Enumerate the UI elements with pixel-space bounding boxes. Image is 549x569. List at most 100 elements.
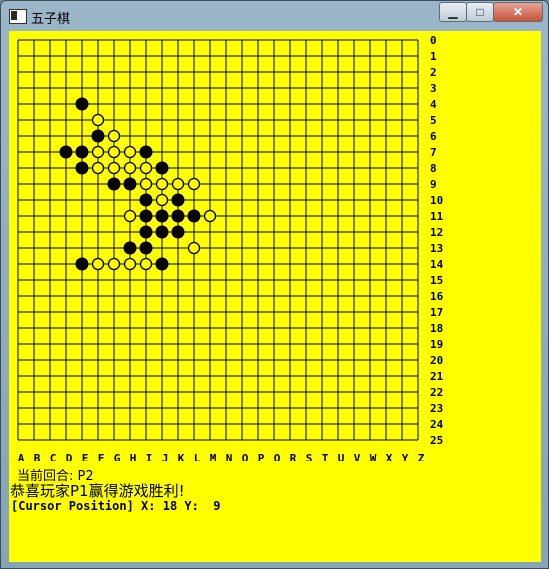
column-label: G xyxy=(114,452,121,461)
row-label: 24 xyxy=(430,418,444,431)
game-window: 五子棋 ▁ □ ✕ ABCDEFGHIJKLMNOPQRSTUVWXYZ0123… xyxy=(0,0,549,569)
white-stone xyxy=(155,193,169,207)
black-stone xyxy=(139,241,153,255)
white-stone xyxy=(107,257,121,271)
black-stone xyxy=(171,209,185,223)
column-label: T xyxy=(322,452,329,461)
row-label: 2 xyxy=(430,66,437,79)
white-stone xyxy=(107,129,121,143)
column-label: C xyxy=(50,452,57,461)
white-stone xyxy=(123,161,137,175)
column-label: L xyxy=(194,452,201,461)
column-label: M xyxy=(210,452,217,461)
row-label: 11 xyxy=(430,210,444,223)
column-label: P xyxy=(258,452,265,461)
column-label: H xyxy=(130,452,137,461)
row-label: 19 xyxy=(430,338,443,351)
column-label: X xyxy=(386,452,393,461)
white-stone xyxy=(107,145,121,159)
maximize-button[interactable]: □ xyxy=(466,2,494,22)
white-stone xyxy=(123,209,137,223)
white-stone xyxy=(123,257,137,271)
column-label: W xyxy=(370,452,377,461)
black-stone xyxy=(91,129,105,143)
white-stone xyxy=(139,161,153,175)
black-stone xyxy=(139,225,153,239)
black-stone xyxy=(75,161,89,175)
column-label: I xyxy=(146,452,153,461)
close-button[interactable]: ✕ xyxy=(493,2,543,22)
row-label: 4 xyxy=(430,98,437,111)
column-label: V xyxy=(354,452,361,461)
column-label: Q xyxy=(274,452,281,461)
row-label: 15 xyxy=(430,274,443,287)
row-label: 5 xyxy=(430,114,437,127)
row-label: 16 xyxy=(430,290,444,303)
row-label: 20 xyxy=(430,354,443,367)
column-label: B xyxy=(34,452,41,461)
app-icon xyxy=(9,9,27,24)
row-label: 18 xyxy=(430,322,443,335)
white-stone xyxy=(91,113,105,127)
white-stone xyxy=(91,161,105,175)
row-label: 12 xyxy=(430,226,443,239)
black-stone xyxy=(139,145,153,159)
row-label: 9 xyxy=(430,178,437,191)
white-stone xyxy=(91,257,105,271)
black-stone xyxy=(155,161,169,175)
row-label: 6 xyxy=(430,130,437,143)
white-stone xyxy=(171,177,185,191)
row-label: 10 xyxy=(430,194,443,207)
title-bar[interactable]: 五子棋 ▁ □ ✕ xyxy=(1,1,548,31)
column-label: R xyxy=(290,452,297,461)
black-stone xyxy=(107,177,121,191)
white-stone xyxy=(139,177,153,191)
white-stone xyxy=(91,145,105,159)
console-area: A B C D E F G H I J K L M N O P Q R S T U V W X Y Z 0 1 2 3 4 5 6 7 8 9 10 11… xyxy=(9,31,541,562)
win-message: 恭喜玩家P1赢得游戏胜利! xyxy=(10,482,185,500)
black-stone xyxy=(75,257,89,271)
column-label: Y xyxy=(402,452,409,461)
white-stone xyxy=(203,209,217,223)
column-label: F xyxy=(98,452,105,461)
game-board[interactable]: A B C D E F G H I J K L M N O P Q R S T U V W X Y Z01234567891011… xyxy=(9,31,541,461)
white-stone xyxy=(123,145,137,159)
row-label: 21 xyxy=(430,370,444,383)
black-stone xyxy=(139,209,153,223)
row-label: 3 xyxy=(430,82,437,95)
column-label: K xyxy=(178,452,185,461)
column-label: E xyxy=(82,452,89,461)
column-label: S xyxy=(306,452,313,461)
column-label: J xyxy=(162,452,169,461)
row-label: 8 xyxy=(430,162,437,175)
row-label: 0 xyxy=(430,34,437,47)
black-stone xyxy=(155,209,169,223)
column-label: Z xyxy=(418,452,425,461)
white-stone xyxy=(139,257,153,271)
black-stone xyxy=(59,145,73,159)
black-stone xyxy=(171,193,185,207)
white-stone xyxy=(155,177,169,191)
row-label: 14 xyxy=(430,258,444,271)
black-stone xyxy=(123,241,137,255)
cursor-position-text: [Cursor Position] X: 18 Y: 9 xyxy=(11,499,221,513)
column-label: U xyxy=(338,452,345,461)
white-stone xyxy=(107,161,121,175)
column-label: D xyxy=(66,452,73,461)
black-stone xyxy=(155,225,169,239)
black-stone xyxy=(123,177,137,191)
black-stone xyxy=(171,225,185,239)
column-label: O xyxy=(242,452,249,461)
row-label: 22 xyxy=(430,386,443,399)
row-label: 23 xyxy=(430,402,443,415)
column-label: A xyxy=(18,452,25,461)
white-stone xyxy=(187,177,201,191)
black-stone xyxy=(75,97,89,111)
row-label: 13 xyxy=(430,242,443,255)
black-stone xyxy=(155,257,169,271)
row-label: 7 xyxy=(430,146,437,159)
minimize-button[interactable]: ▁ xyxy=(439,2,467,22)
black-stone xyxy=(187,209,201,223)
white-stone xyxy=(187,241,201,255)
window-title: 五子棋 xyxy=(31,12,71,27)
